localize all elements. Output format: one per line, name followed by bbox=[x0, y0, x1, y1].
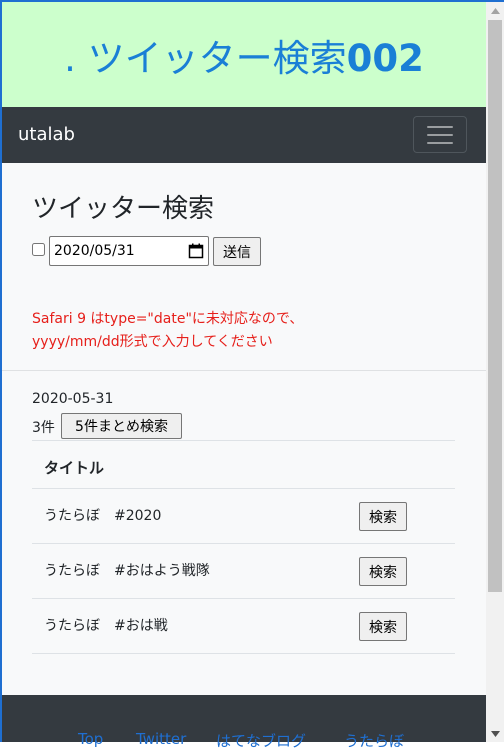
footer-link-top[interactable]: Top bbox=[78, 730, 103, 748]
footer-link-hatena-blog[interactable]: はてなブログ bbox=[216, 730, 306, 751]
row-search-button[interactable]: 検索 bbox=[359, 612, 407, 641]
table-row: うたらぼ #おはよう戦隊 検索 bbox=[32, 544, 455, 599]
footer-link-twitter[interactable]: Twitter bbox=[136, 730, 186, 748]
scroll-down-arrow[interactable] bbox=[486, 725, 504, 742]
submit-button[interactable]: 送信 bbox=[213, 237, 261, 266]
batch-search-button[interactable]: 5件まとめ検索 bbox=[61, 413, 182, 439]
scroll-up-arrow[interactable] bbox=[486, 2, 504, 19]
row-title: うたらぼ #2020 bbox=[44, 508, 162, 524]
safari-warning: Safari 9 はtype="date"に未対応なので、 yyyy/mm/dd… bbox=[32, 308, 303, 354]
menu-icon bbox=[427, 125, 453, 128]
main-content: ツイッター検索 2020/05/31 送信 Safari 9 はtype="da… bbox=[2, 163, 486, 695]
table-header: タイトル bbox=[32, 440, 455, 489]
footer-link-utalab[interactable]: うたらぼ bbox=[344, 730, 404, 751]
date-enable-checkbox[interactable] bbox=[32, 243, 45, 256]
warning-line-2: yyyy/mm/dd形式で入力してください bbox=[32, 334, 273, 350]
date-value: 2020/05/31 bbox=[54, 243, 135, 259]
footer: Top Twitter はてなブログ うたらぼ bbox=[2, 695, 486, 750]
row-search-button[interactable]: 検索 bbox=[359, 502, 407, 531]
table-row: うたらぼ #おは戦 検索 bbox=[32, 599, 455, 654]
menu-icon-bar bbox=[427, 141, 453, 144]
banner-title-text: . ツイッター検索 bbox=[64, 36, 347, 80]
results-table: タイトル うたらぼ #2020 検索 うたらぼ #おはよう戦隊 検索 うたらぼ … bbox=[32, 440, 455, 654]
menu-icon-bar bbox=[427, 133, 453, 136]
row-title: うたらぼ #おは戦 bbox=[44, 618, 168, 634]
table-row: うたらぼ #2020 検索 bbox=[32, 489, 455, 544]
result-date: 2020-05-31 bbox=[32, 391, 114, 407]
vertical-scrollbar[interactable] bbox=[486, 2, 504, 742]
banner-title: . ツイッター検索002 bbox=[64, 28, 424, 82]
site-banner: . ツイッター検索002 bbox=[2, 2, 486, 107]
result-count: 3件 bbox=[32, 420, 55, 436]
page-title: ツイッター検索 bbox=[32, 194, 215, 224]
row-title: うたらぼ #おはよう戦隊 bbox=[44, 563, 210, 579]
chevron-up-icon bbox=[490, 7, 500, 14]
navbar: utalab bbox=[2, 107, 486, 163]
scrollbar-thumb[interactable] bbox=[488, 20, 502, 592]
navbar-toggle-button[interactable] bbox=[413, 116, 467, 153]
chevron-down-icon bbox=[490, 730, 500, 737]
row-search-button[interactable]: 検索 bbox=[359, 557, 407, 586]
divider bbox=[2, 370, 486, 371]
column-header-title: タイトル bbox=[44, 459, 105, 477]
navbar-brand[interactable]: utalab bbox=[18, 124, 75, 145]
banner-title-number: 002 bbox=[346, 36, 424, 80]
date-field[interactable]: 2020/05/31 bbox=[49, 236, 209, 266]
calendar-icon[interactable] bbox=[188, 243, 204, 259]
warning-line-1: Safari 9 はtype="date"に未対応なので、 bbox=[32, 311, 304, 327]
